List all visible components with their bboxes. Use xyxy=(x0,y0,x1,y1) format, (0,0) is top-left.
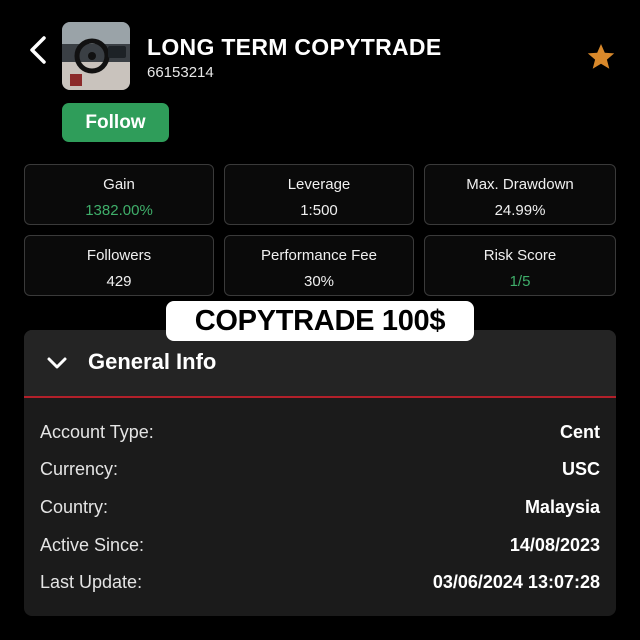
stat-value: 1382.00% xyxy=(85,202,153,219)
copytrade-banner: COPYTRADE 100$ xyxy=(166,301,474,341)
info-row-currency: Currency: USC xyxy=(40,459,600,485)
follow-button[interactable]: Follow xyxy=(62,103,169,142)
star-icon xyxy=(587,44,615,69)
stat-value: 24.99% xyxy=(494,202,546,219)
avatar-image xyxy=(62,22,130,90)
chevron-down-icon xyxy=(47,357,67,369)
stat-value: 30% xyxy=(303,273,335,290)
favorite-button[interactable] xyxy=(586,42,616,72)
info-label: Country: xyxy=(40,497,109,517)
info-value: Cent xyxy=(560,422,600,442)
info-value: 14/08/2023 xyxy=(509,535,600,555)
back-button[interactable] xyxy=(22,30,62,70)
stat-value: 429 xyxy=(106,273,132,290)
info-row-account-type: Account Type: Cent xyxy=(40,422,600,448)
info-value: Malaysia xyxy=(524,497,600,517)
info-row-country: Country: Malaysia xyxy=(40,497,600,523)
stat-performance-fee: Performance Fee 30% xyxy=(224,235,414,296)
stat-label: Leverage xyxy=(287,176,351,193)
page-title: LONG TERM COPYTRADE xyxy=(147,34,442,60)
stat-value: 1/5 xyxy=(509,273,531,290)
info-row-active-since: Active Since: 14/08/2023 xyxy=(40,535,600,561)
stat-max-drawdown: Max. Drawdown 24.99% xyxy=(424,164,616,225)
section-title: General Info xyxy=(88,349,217,374)
info-value: USC xyxy=(561,459,600,479)
stat-leverage: Leverage 1:500 xyxy=(224,164,414,225)
stat-followers: Followers 429 xyxy=(24,235,214,296)
info-label: Currency: xyxy=(40,459,119,479)
info-label: Last Update: xyxy=(40,572,143,592)
general-info-panel: General Info Account Type: Cent Currency… xyxy=(24,330,616,616)
stat-gain: Gain 1382.00% xyxy=(24,164,214,225)
info-label: Account Type: xyxy=(40,422,154,442)
account-id: 66153214 xyxy=(147,64,214,81)
avatar xyxy=(62,22,130,90)
info-label: Active Since: xyxy=(40,535,145,555)
stat-label: Performance Fee xyxy=(261,247,377,264)
info-row-last-update: Last Update: 03/06/2024 13:07:28 xyxy=(40,572,600,598)
stat-label: Followers xyxy=(86,247,152,264)
stat-label: Gain xyxy=(103,176,135,193)
stat-label: Max. Drawdown xyxy=(466,176,574,193)
chevron-left-icon xyxy=(30,36,46,64)
stat-value: 1:500 xyxy=(300,202,338,219)
info-value: 03/06/2024 13:07:28 xyxy=(432,572,600,592)
stat-risk-score: Risk Score 1/5 xyxy=(424,235,616,296)
stat-label: Risk Score xyxy=(483,247,557,264)
